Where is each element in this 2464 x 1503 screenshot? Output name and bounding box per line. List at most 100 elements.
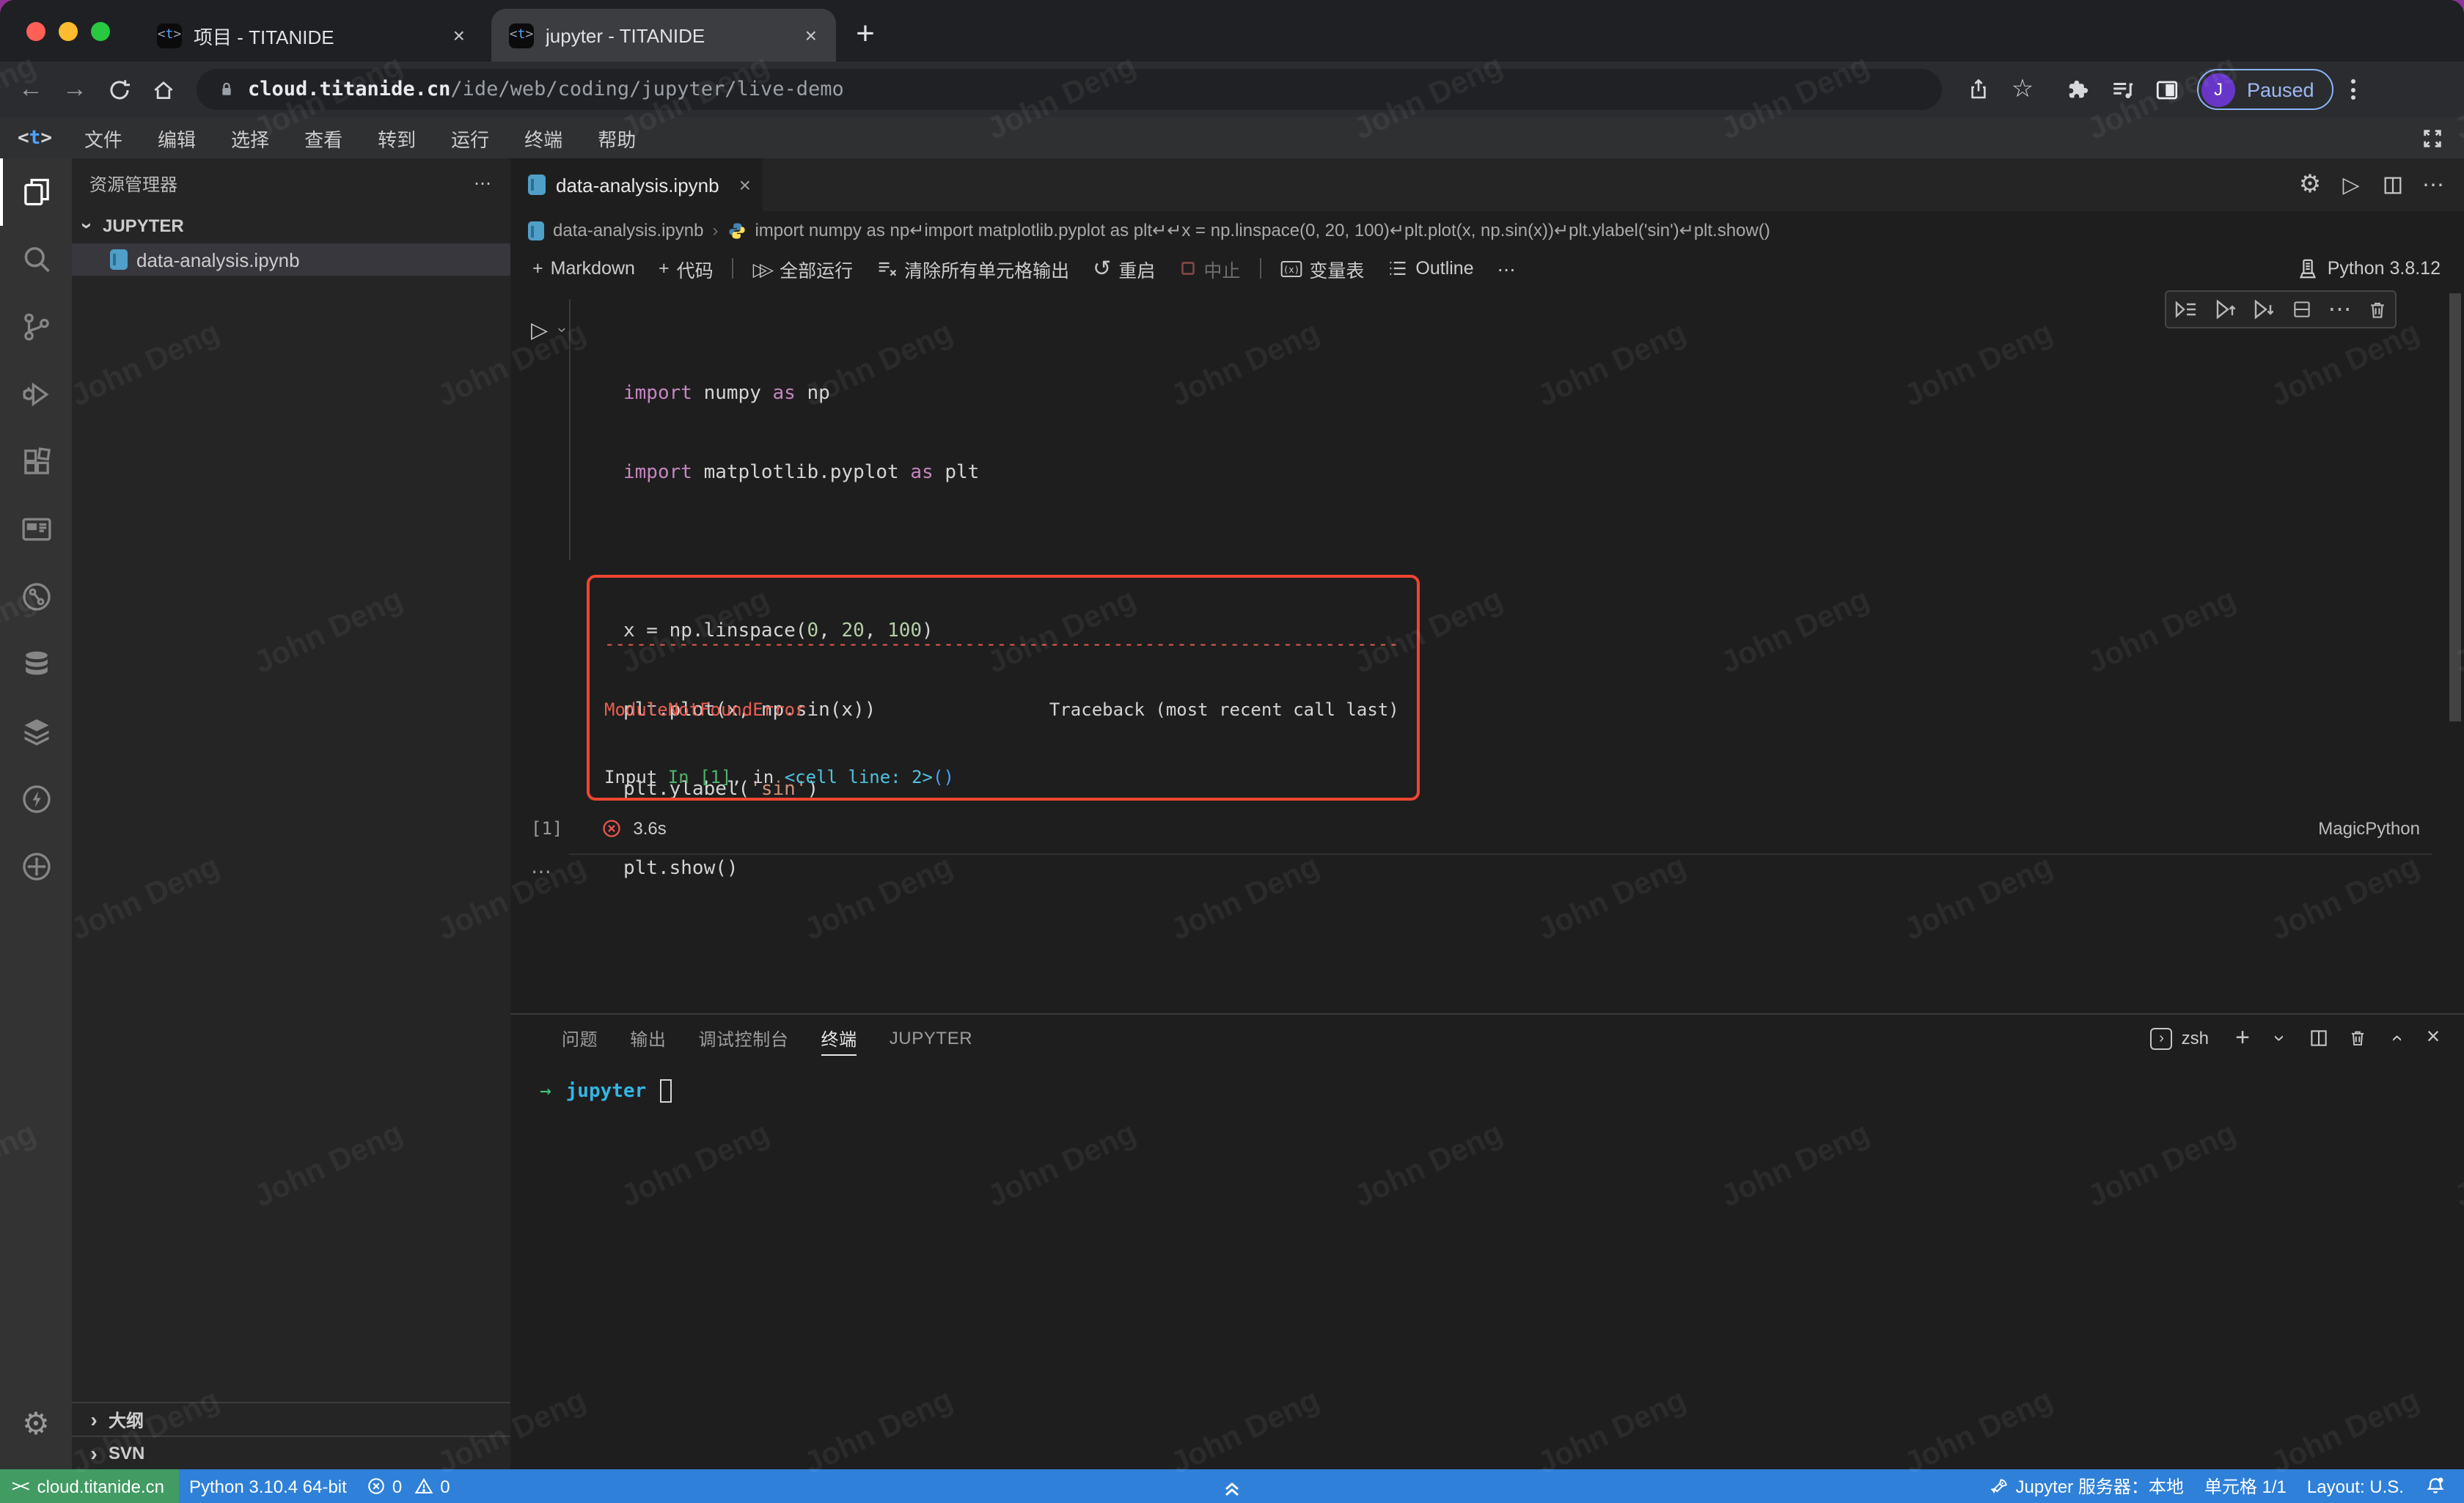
menu-help[interactable]: 帮助 xyxy=(580,117,653,158)
explorer-files-icon[interactable] xyxy=(0,158,72,226)
output-more-icon[interactable]: ⋯ xyxy=(531,859,553,884)
shell-selector[interactable]: › zsh xyxy=(2151,1027,2209,1049)
menu-go[interactable]: 转到 xyxy=(360,117,433,158)
close-tab-icon[interactable]: × xyxy=(801,23,821,47)
side-panel-icon[interactable] xyxy=(2144,69,2188,110)
bookmark-star-icon[interactable]: ☆ xyxy=(2001,69,2045,110)
split-editor-icon[interactable] xyxy=(2373,158,2411,211)
remote-indicator[interactable]: >< cloud.titanide.cn xyxy=(0,1469,179,1503)
menu-terminal[interactable]: 终端 xyxy=(507,117,580,158)
run-cell-button[interactable]: ▷ › xyxy=(531,317,571,343)
maximize-window-button[interactable] xyxy=(91,22,110,41)
sidebar-section-jupyter[interactable]: › JUPYTER xyxy=(72,208,510,243)
menu-edit[interactable]: 编辑 xyxy=(140,117,213,158)
menu-selection[interactable]: 选择 xyxy=(213,117,287,158)
navigation-icon[interactable] xyxy=(0,833,72,900)
panel-tab-debug-console[interactable]: 调试控制台 xyxy=(682,1015,804,1062)
delete-cell-icon[interactable] xyxy=(2367,298,2388,320)
url-bar[interactable]: cloud.titanide.cn/ide/web/coding/jupyter… xyxy=(197,69,1942,110)
lightning-icon[interactable] xyxy=(0,765,72,833)
source-control-icon[interactable] xyxy=(0,293,72,361)
settings-gear-icon[interactable]: ⚙ xyxy=(0,1406,72,1443)
chevron-down-icon: › xyxy=(552,320,570,340)
maximize-panel-icon[interactable]: › xyxy=(2379,1022,2411,1054)
menu-run[interactable]: 运行 xyxy=(433,117,507,158)
browser-tab-jupyter[interactable]: <t> jupyter - TITANIDE × xyxy=(491,9,836,62)
sidebar-section-outline[interactable]: › 大纲 xyxy=(72,1402,510,1436)
close-panel-icon[interactable]: × xyxy=(2417,1022,2449,1054)
minimize-window-button[interactable] xyxy=(59,22,78,41)
breadcrumb-cell-preview[interactable]: import numpy as np↵import matplotlib.pyp… xyxy=(755,220,1770,240)
editor-scrollbar[interactable] xyxy=(2449,293,2461,721)
cell-indicator-status[interactable]: 单元格 1/1 xyxy=(2194,1474,2297,1499)
fullscreen-icon[interactable] xyxy=(2401,127,2464,149)
execute-cell-and-below-icon[interactable] xyxy=(2174,299,2198,320)
cell-more-icon[interactable]: ⋯ xyxy=(2328,295,2352,324)
kill-terminal-icon[interactable] xyxy=(2341,1022,2373,1054)
close-window-button[interactable] xyxy=(26,22,45,41)
extensions-icon[interactable] xyxy=(0,428,72,496)
panel-tab-terminal[interactable]: 终端 xyxy=(804,1015,873,1062)
panel-tab-jupyter[interactable]: JUPYTER xyxy=(873,1015,989,1062)
restart-kernel-button[interactable]: ↺重启 xyxy=(1082,249,1165,287)
back-icon[interactable]: ← xyxy=(9,69,53,110)
new-terminal-icon[interactable]: + xyxy=(2226,1022,2259,1054)
split-terminal-icon[interactable] xyxy=(2303,1022,2335,1054)
gitlens-icon[interactable] xyxy=(0,563,72,631)
forward-icon[interactable]: → xyxy=(53,69,97,110)
editor-tab-notebook[interactable]: data-analysis.ipynb × xyxy=(510,158,763,211)
layers-icon[interactable] xyxy=(0,698,72,765)
close-tab-icon[interactable]: × xyxy=(449,23,469,47)
status-bar: >< cloud.titanide.cn Python 3.10.4 64-bi… xyxy=(0,1469,2464,1503)
remote-window-icon[interactable] xyxy=(0,496,72,563)
notebook-settings-gear-icon[interactable]: ⚙ xyxy=(2291,158,2329,211)
add-markdown-button[interactable]: +Markdown xyxy=(522,249,645,287)
clear-outputs-button[interactable]: 清除所有单元格输出 xyxy=(866,249,1079,287)
panel-tab-problems[interactable]: 问题 xyxy=(546,1015,614,1062)
file-item-notebook[interactable]: data-analysis.ipynb xyxy=(72,243,510,276)
python-interpreter-status[interactable]: Python 3.10.4 64-bit xyxy=(179,1469,357,1503)
close-tab-icon[interactable]: × xyxy=(739,173,751,196)
add-code-button[interactable]: +代码 xyxy=(648,249,724,287)
sidebar-more-icon[interactable]: ⋯ xyxy=(474,173,493,194)
share-icon[interactable] xyxy=(1957,69,2001,110)
run-cells-below-icon[interactable] xyxy=(2252,299,2276,320)
menu-view[interactable]: 查看 xyxy=(287,117,360,158)
browser-tab-title: jupyter - TITANIDE xyxy=(546,24,789,46)
variables-button[interactable]: (x)变量表 xyxy=(1269,249,1374,287)
run-all-play-icon[interactable]: ▷ xyxy=(2332,158,2370,211)
browser-tab-project[interactable]: <t> 项目 - TITANIDE × xyxy=(139,9,484,62)
menu-file[interactable]: 文件 xyxy=(67,117,140,158)
window-controls[interactable] xyxy=(26,22,110,41)
terminal-dropdown-icon[interactable]: › xyxy=(2265,1022,2297,1054)
home-icon[interactable] xyxy=(141,69,185,110)
jupyter-server-status[interactable]: Jupyter 服务器：本地 xyxy=(1979,1474,2193,1499)
outline-button[interactable]: Outline xyxy=(1377,249,1484,287)
playlist-icon[interactable] xyxy=(2100,69,2144,110)
run-cells-above-icon[interactable] xyxy=(2213,299,2237,320)
chevron-right-icon: › xyxy=(84,1408,104,1431)
keyboard-layout-status[interactable]: Layout: U.S. xyxy=(2297,1476,2414,1496)
database-icon[interactable] xyxy=(0,631,72,698)
editor-more-icon[interactable]: ⋯ xyxy=(2414,158,2452,211)
split-cell-icon[interactable] xyxy=(2291,299,2313,320)
search-icon[interactable] xyxy=(0,226,72,293)
kernel-picker[interactable]: Python 3.8.12 xyxy=(2297,257,2464,279)
new-tab-button[interactable]: + xyxy=(845,13,886,54)
reload-icon[interactable] xyxy=(97,69,141,110)
terminal[interactable]: → jupyter xyxy=(540,1079,671,1103)
toolbar-more-icon[interactable]: ⋯ xyxy=(1487,249,1526,287)
run-all-button[interactable]: ▷▷全部运行 xyxy=(743,249,864,287)
breadcrumb-file[interactable]: data-analysis.ipynb xyxy=(553,220,703,240)
language-mode-label[interactable]: MagicPython xyxy=(2318,818,2420,839)
notifications-bell-icon[interactable] xyxy=(2414,1475,2464,1497)
run-debug-icon[interactable] xyxy=(0,361,72,428)
profile-paused-badge[interactable]: J Paused xyxy=(2197,69,2333,110)
restore-panel-chevrons-icon[interactable] xyxy=(1220,1469,1244,1503)
problems-status[interactable]: 0 0 xyxy=(357,1469,461,1503)
sidebar-section-svn[interactable]: › SVN xyxy=(72,1436,510,1469)
browser-menu-icon[interactable] xyxy=(2333,79,2373,100)
panel-tab-output[interactable]: 输出 xyxy=(614,1015,682,1062)
extensions-puzzle-icon[interactable] xyxy=(2056,69,2100,110)
breadcrumb[interactable]: data-analysis.ipynb › import numpy as np… xyxy=(510,211,2464,249)
